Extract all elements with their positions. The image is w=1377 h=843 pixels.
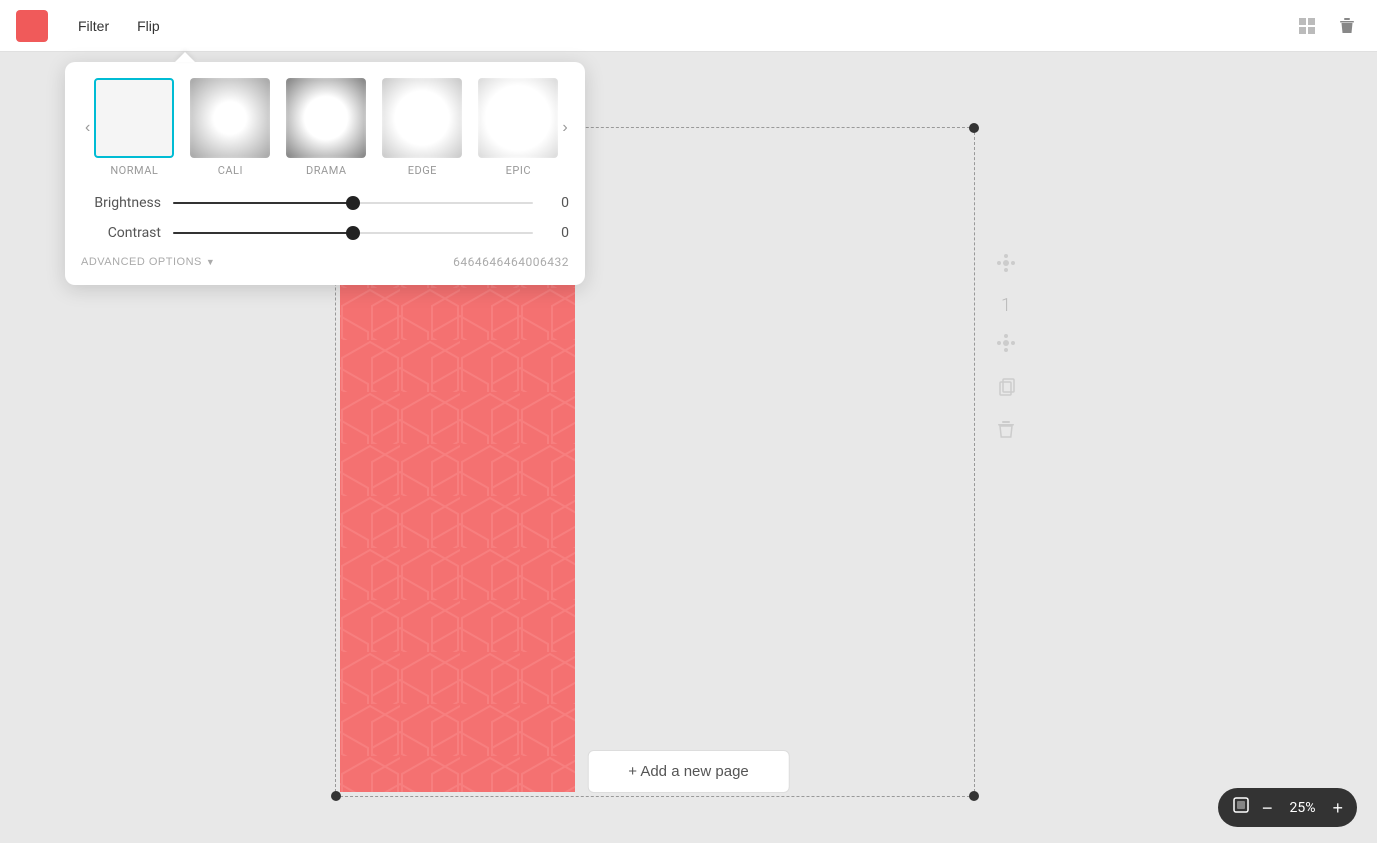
zoom-level: 25% xyxy=(1284,800,1320,816)
grid-icon xyxy=(1297,16,1317,36)
filter-label-edge: EDGE xyxy=(408,164,437,177)
side-panel: 1 xyxy=(995,252,1017,445)
fullscreen-button[interactable] xyxy=(1232,796,1250,819)
filter-button[interactable]: Filter xyxy=(64,12,123,40)
filter-thumb-cali xyxy=(190,78,270,158)
toolbar: Filter Flip xyxy=(0,0,1377,52)
filter-next-button[interactable]: › xyxy=(558,119,571,137)
contrast-fill xyxy=(173,232,353,234)
filter-item-edge[interactable]: EDGE xyxy=(382,78,462,177)
add-page-button[interactable]: + Add a new page xyxy=(587,750,790,793)
contrast-thumb[interactable] xyxy=(346,226,360,240)
flip-button[interactable]: Flip xyxy=(123,12,174,40)
zoom-in-button[interactable]: + xyxy=(1332,799,1343,817)
brightness-track[interactable] xyxy=(173,202,533,204)
filter-label-drama: DRAMA xyxy=(306,164,347,177)
brightness-label: Brightness xyxy=(81,195,161,211)
handle-top-right[interactable] xyxy=(969,123,979,133)
advanced-options-button[interactable]: ADVANCED OPTIONS ▼ xyxy=(81,256,215,268)
filter-popup: ‹ NORMAL CALI DRAMA EDGE EPIC › xyxy=(65,62,585,285)
filter-item-epic[interactable]: EPIC xyxy=(478,78,558,177)
filter-label-epic: EPIC xyxy=(506,164,531,177)
advanced-options-arrow: ▼ xyxy=(206,257,215,267)
filter-code: 6464646464006432 xyxy=(453,255,569,269)
filter-items: NORMAL CALI DRAMA EDGE EPIC xyxy=(94,78,558,177)
zoom-out-button[interactable]: − xyxy=(1262,799,1273,817)
app-logo xyxy=(16,10,48,42)
contrast-value: 0 xyxy=(545,225,569,241)
page-number: 1 xyxy=(1001,295,1011,316)
filter-item-drama[interactable]: DRAMA xyxy=(286,78,366,177)
filter-thumbnails: ‹ NORMAL CALI DRAMA EDGE EPIC › xyxy=(81,78,569,177)
move-down-icon[interactable] xyxy=(995,332,1017,359)
copy-icon[interactable] xyxy=(995,375,1017,402)
brightness-value: 0 xyxy=(545,195,569,211)
filter-label-normal: NORMAL xyxy=(110,164,158,177)
toolbar-right xyxy=(1293,12,1361,40)
contrast-label: Contrast xyxy=(81,225,161,241)
filter-item-cali[interactable]: CALI xyxy=(190,78,270,177)
contrast-track[interactable] xyxy=(173,232,533,234)
brightness-row: Brightness 0 xyxy=(81,195,569,211)
filter-item-normal[interactable]: NORMAL xyxy=(94,78,174,177)
filter-prev-button[interactable]: ‹ xyxy=(81,119,94,137)
advanced-options-row: ADVANCED OPTIONS ▼ 6464646464006432 xyxy=(81,255,569,269)
handle-bottom-left[interactable] xyxy=(331,791,341,801)
delete-icon[interactable] xyxy=(995,418,1017,445)
handle-bottom-right[interactable] xyxy=(969,791,979,801)
filter-thumb-normal xyxy=(94,78,174,158)
filter-thumb-drama xyxy=(286,78,366,158)
contrast-row: Contrast 0 xyxy=(81,225,569,241)
delete-button[interactable] xyxy=(1333,12,1361,40)
brightness-thumb[interactable] xyxy=(346,196,360,210)
trash-icon xyxy=(1337,16,1357,36)
filter-label-cali: CALI xyxy=(218,164,243,177)
zoom-controls: − 25% + xyxy=(1218,788,1357,827)
filter-thumb-epic xyxy=(478,78,558,158)
filter-thumb-edge xyxy=(382,78,462,158)
brightness-fill xyxy=(173,202,353,204)
grid-icon-button[interactable] xyxy=(1293,12,1321,40)
move-up-icon[interactable] xyxy=(995,252,1017,279)
popup-arrow xyxy=(175,52,195,62)
